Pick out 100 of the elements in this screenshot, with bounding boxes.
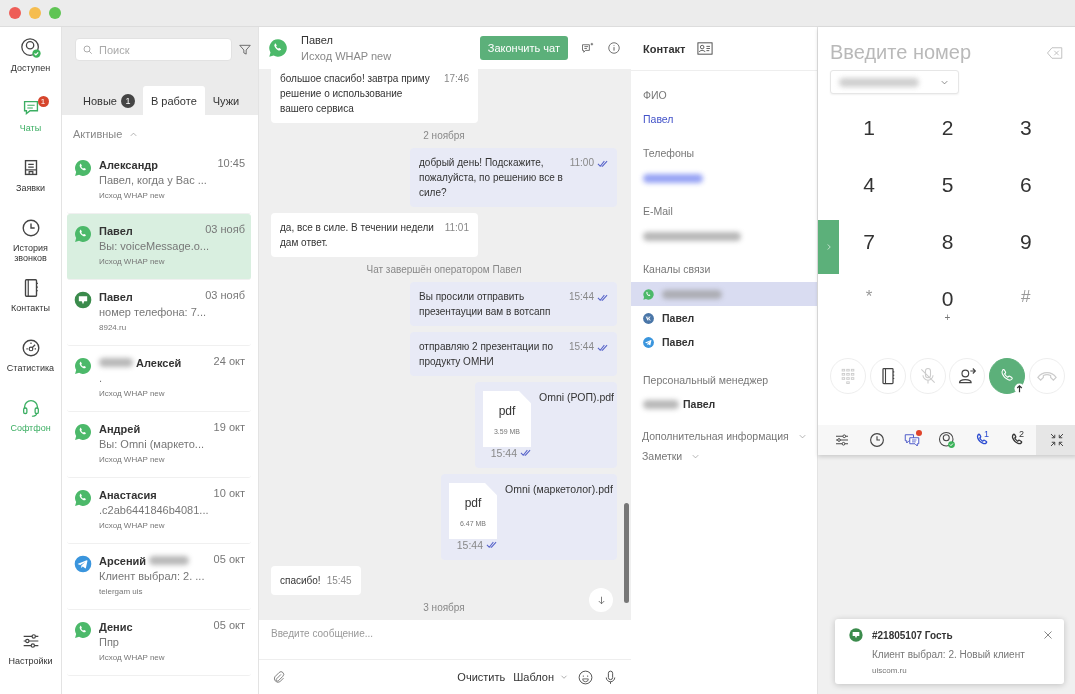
telegram-icon — [642, 335, 655, 349]
message-bubble: Вы просили отправить презентауции вам в вотсапп 15:44 — [410, 282, 617, 326]
whatsapp-icon — [73, 356, 93, 376]
emoji-icon[interactable] — [577, 668, 594, 686]
transfer-button[interactable] — [949, 358, 986, 394]
contacts-button[interactable] — [869, 358, 906, 394]
dial-key[interactable]: 8 — [927, 230, 968, 287]
channel-source: Исход WHAP new — [99, 256, 166, 268]
nav-item[interactable]: Доступен — [1, 37, 60, 97]
contact-name: Анастасия — [99, 488, 157, 501]
tab[interactable]: Новые 1 — [75, 86, 143, 115]
chat-list-item[interactable]: Денис 05 окт Ппр Исход WHAP new — [67, 610, 251, 676]
dial-key[interactable]: 7 — [849, 230, 890, 287]
toolbar-button[interactable] — [1036, 425, 1075, 455]
info-icon[interactable] — [607, 41, 621, 55]
nav-item[interactable]: Чаты 1 — [1, 97, 60, 157]
whatsapp-icon — [73, 422, 93, 442]
paperclip-icon[interactable] — [271, 669, 286, 685]
tab[interactable]: В работе — [142, 86, 205, 115]
contact-name: Александр — [99, 158, 158, 171]
chat-list-item[interactable]: Алексей 24 окт . Исход WHAP new — [67, 346, 251, 412]
close-button[interactable] — [1042, 629, 1054, 641]
dial-key[interactable]: 3 — [1005, 116, 1046, 173]
count-badge: 1 — [120, 93, 135, 108]
message-input[interactable]: Введите сообщение... — [259, 620, 631, 660]
contact-card-icon[interactable] — [695, 40, 716, 57]
user-status-icon — [937, 431, 956, 449]
hang-up-icon — [1037, 370, 1057, 382]
timestamp: 10:45 — [217, 157, 245, 171]
timestamp: 03 нояб — [205, 289, 245, 303]
telegram-icon — [73, 554, 93, 574]
nav-item[interactable]: Контакты — [1, 277, 60, 337]
chat-list-item[interactable]: Павел 03 нояб Вы: voiceMessage.o... Исход WHAP new — [67, 214, 251, 280]
nav-item[interactable]: Статистика — [1, 337, 60, 397]
chat-add-icon[interactable] — [580, 40, 595, 56]
template-dropdown[interactable]: Шаблон — [513, 671, 569, 683]
speech-bubble-icon — [73, 290, 93, 310]
channel-source: Исход WHAP new — [99, 190, 166, 202]
section-title: Активные — [73, 128, 123, 140]
maximize-window-button[interactable] — [49, 7, 61, 19]
scrollbar[interactable] — [624, 503, 629, 603]
chat-list-item[interactable]: Павел 03 нояб номер телефона: 7... 8924.ru — [67, 280, 251, 346]
toolbar-button[interactable]: 1 — [964, 425, 999, 455]
caller-id-dropdown[interactable] — [830, 70, 959, 94]
blurred-text — [662, 289, 722, 299]
date-separator: 2 ноября — [423, 129, 465, 142]
dial-key[interactable]: 9 — [1005, 230, 1046, 287]
channel-item[interactable]: Павел — [631, 330, 817, 354]
nav-item[interactable]: Настройки — [1, 630, 60, 690]
whatsapp-icon — [642, 287, 655, 301]
field-label: ФИО — [642, 89, 668, 101]
timestamp: 19 окт — [213, 421, 245, 435]
blurred-text — [643, 399, 679, 409]
field-label: Персональный менеджер — [642, 374, 770, 386]
expand-panel-handle[interactable] — [818, 220, 839, 274]
dial-key[interactable]: 2 — [927, 116, 968, 173]
contact-name-link[interactable]: Павел — [643, 113, 674, 125]
chat-list-item[interactable]: Арсений 05 окт Клиент выбрал: 2. ... telergam uis — [67, 544, 251, 610]
message-bubble: добрый день! Подскажите, пожалуйста, по решению все в силе? 11:00 — [410, 148, 617, 207]
dial-key[interactable]: 4 — [849, 173, 890, 230]
section-toggle[interactable]: Заметки — [631, 450, 713, 462]
dial-key[interactable]: 5 — [927, 173, 968, 230]
message-preview: . — [99, 371, 104, 386]
contact-name: Павел — [99, 224, 133, 237]
nav-item[interactable]: Заявки — [1, 157, 60, 217]
section-toggle[interactable]: Дополнительная информация — [631, 430, 819, 442]
toolbar-button[interactable]: 2 — [999, 425, 1034, 455]
channel-item[interactable]: Павел — [631, 306, 817, 330]
channel-item[interactable] — [631, 282, 817, 306]
arrow-up-icon — [1014, 383, 1026, 394]
message-preview: .c2ab6441846b4081... — [99, 503, 210, 518]
chat-bubbles-icon — [902, 431, 921, 449]
dial-key[interactable]: 0 + — [927, 287, 968, 344]
speech-bubble-icon — [848, 627, 864, 643]
contact-name: Андрей — [99, 422, 141, 435]
clear-button[interactable]: Очистить — [457, 671, 506, 683]
whatsapp-icon — [267, 37, 289, 59]
notification-title: #21805107 Гость — [872, 629, 954, 641]
manager-name: Павел — [683, 398, 716, 410]
channel-source: telergam uis — [99, 586, 144, 598]
contact-name: Арсений — [99, 554, 147, 567]
nav-item[interactable]: История звонков — [1, 217, 60, 277]
filter-icon[interactable] — [238, 42, 252, 57]
blurred-text — [99, 358, 133, 367]
dial-key[interactable]: 1 — [849, 116, 890, 173]
chat-list-item[interactable]: Андрей 19 окт Вы: Omni (маркето... Исход WHAP new — [67, 412, 251, 478]
message-preview: Клиент выбрал: 2. ... — [99, 569, 206, 584]
message-bubble: да, все в силе. В течении недели дам ответ. 11:01 — [271, 213, 478, 257]
search-field[interactable]: Поиск — [75, 38, 232, 61]
close-window-button[interactable] — [9, 7, 21, 19]
message-preview: номер телефона: 7... — [99, 305, 207, 320]
dial-key[interactable]: 6 — [1005, 173, 1046, 230]
message-preview: Вы: voiceMessage.o... — [99, 239, 210, 254]
tab[interactable]: Чужи — [204, 86, 248, 115]
timestamp: 05 окт — [213, 619, 245, 633]
panel-title: Контакт — [643, 42, 686, 55]
chat-list-item[interactable]: Анастасия 10 окт .c2ab6441846b4081... Исход WHAP new — [67, 478, 251, 544]
search-icon — [82, 44, 94, 56]
message-bubble: большое спасибо! завтра приму решение о использование вашего сервиса 17:46 — [271, 69, 478, 123]
blurred-text — [643, 173, 703, 183]
